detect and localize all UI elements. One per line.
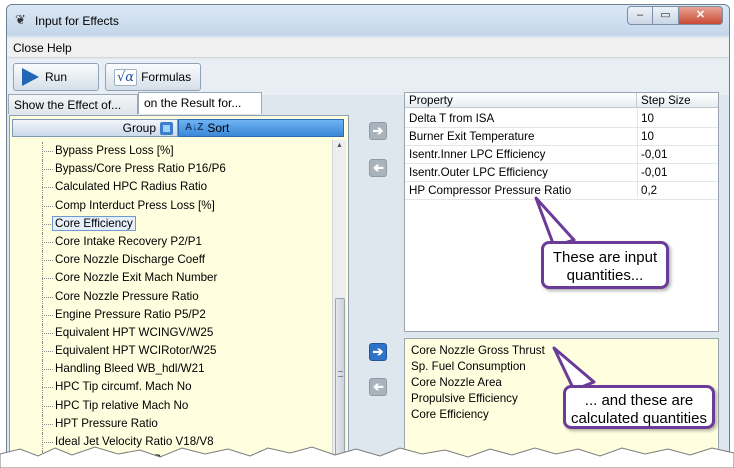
sort-label: Sort	[207, 121, 230, 135]
arrow-left-icon: ➔	[372, 160, 384, 175]
list-item[interactable]: Equivalent HPT WCINGV/W25	[10, 323, 330, 343]
close-window-button[interactable]: ✕	[679, 6, 723, 25]
list-item-label: Handling Bleed WB_hdl/W21	[55, 362, 205, 376]
toolbar: Run √α Formulas	[7, 59, 729, 95]
table-row[interactable]: Isentr.Inner LPC Efficiency -0,01	[405, 146, 718, 164]
list-item[interactable]: Bypass/Core Press Ratio P16/P6	[10, 160, 330, 179]
scrollbar-thumb[interactable]	[335, 298, 345, 458]
list-item[interactable]: Handling Bleed WB_hdl/W21	[10, 360, 330, 379]
list-item[interactable]: Core Efficiency	[10, 214, 330, 234]
tab-on-result-for[interactable]: on the Result for...	[138, 92, 262, 114]
list-item[interactable]: Core Nozzle Gross Thrust	[411, 343, 545, 359]
list-item[interactable]: Calculated HPC Radius Ratio	[10, 178, 330, 197]
list-item-label: HPC Tip circumf. Mach No	[55, 380, 192, 394]
formulas-button[interactable]: √α Formulas	[105, 63, 201, 91]
step-size-cell[interactable]: 10	[641, 128, 654, 146]
list-item-label: Equivalent HPT WCIRotor/W25	[55, 344, 217, 358]
step-size-cell[interactable]: 10	[641, 110, 654, 128]
list-item-label: HPT Pressure Ratio	[55, 416, 158, 430]
list-item[interactable]: Core Nozzle Discharge Coeff	[10, 251, 330, 270]
run-label: Run	[45, 70, 68, 84]
list-header: Group A↓Z Sort	[12, 119, 344, 139]
list-item-label: Engine Pressure Ratio P5/P2	[55, 307, 206, 321]
column-header-property[interactable]: Property	[405, 93, 637, 108]
table-header: Property Step Size	[405, 93, 718, 108]
property-cell: Burner Exit Temperature	[409, 130, 535, 143]
table-row[interactable]: Burner Exit Temperature 10	[405, 128, 718, 146]
group-button[interactable]: Group	[12, 119, 178, 137]
list-item-label: Core Nozzle Exit Mach Number	[55, 271, 218, 285]
property-cell: Delta T from ISA	[409, 112, 495, 125]
quantity-list-panel: Group A↓Z Sort Bypass Press Loss [%] Bypa…	[9, 115, 349, 460]
arrow-right-icon: ➔	[372, 344, 384, 359]
list-item-label: Equivalent HPT WCINGV/W25	[55, 325, 214, 339]
window-controls: – ▭ ✕	[627, 6, 723, 25]
list-item[interactable]: Propulsive Efficiency	[411, 391, 518, 407]
list-item[interactable]: Core Efficiency	[411, 407, 489, 423]
run-button[interactable]: Run	[13, 63, 99, 91]
menu-help[interactable]: Help	[47, 41, 72, 55]
maximize-button[interactable]: ▭	[653, 6, 679, 25]
arrow-right-icon: ➔	[372, 123, 384, 138]
callout-text: ... and these are calculated quantities	[571, 392, 707, 427]
list-item[interactable]: Core Nozzle Pressure Ratio	[10, 287, 330, 306]
list-item-label: HPC Tip relative Mach No	[55, 398, 189, 412]
list-item[interactable]: HPC Tip circumf. Mach No	[10, 378, 330, 397]
sqrt-alpha-icon: √α	[114, 68, 138, 86]
callout-text: These are input quantities...	[552, 249, 658, 284]
list-item[interactable]: Comp Interduct Press Loss [%]	[10, 196, 330, 215]
remove-input-button[interactable]: ➔	[369, 159, 387, 177]
list-item[interactable]: HPT Pressure Ratio	[10, 414, 330, 434]
table-row[interactable]: Isentr.Outer LPC Efficiency -0,01	[405, 164, 718, 182]
step-size-cell[interactable]: 0,2	[641, 182, 657, 200]
calculated-quantities-callout: ... and these are calculated quantities	[563, 385, 715, 429]
list-item[interactable]: Engine Pressure Ratio P5/P2	[10, 305, 330, 325]
group-icon	[160, 121, 173, 135]
list-item[interactable]: Sp. Fuel Consumption	[411, 359, 526, 375]
list-item-label: Calculated HPC Radius Ratio	[55, 180, 208, 194]
scroll-up-icon[interactable]: ▲	[336, 142, 343, 149]
remove-result-button[interactable]: ➔	[369, 378, 387, 396]
title-bar: ❦ Input for Effects – ▭ ✕	[7, 5, 729, 36]
list-item-label: Comp Interduct Press Loss [%]	[55, 198, 215, 212]
sort-button[interactable]: A↓Z Sort	[178, 119, 344, 137]
play-icon	[22, 68, 39, 86]
menu-close[interactable]: Close	[13, 41, 44, 55]
torn-edge	[0, 446, 734, 468]
column-header-step-size[interactable]: Step Size	[637, 93, 717, 108]
window-title: Input for Effects	[35, 14, 119, 28]
list-item-label: Bypass Press Loss [%]	[55, 144, 174, 157]
list-item-label: Core Intake Recovery P2/P1	[55, 234, 202, 248]
arrow-left-icon: ➔	[372, 379, 384, 394]
table-row[interactable]: Delta T from ISA 10	[405, 110, 718, 128]
tab-show-effect-of[interactable]: Show the Effect of...	[8, 94, 138, 114]
list-item-label: Core Nozzle Discharge Coeff	[55, 253, 205, 267]
group-label: Group	[122, 121, 156, 135]
step-size-cell[interactable]: -0,01	[641, 146, 667, 164]
list-item[interactable]: Core Intake Recovery P2/P1	[10, 232, 330, 252]
list-item[interactable]: Core Nozzle Exit Mach Number	[10, 269, 330, 288]
menu-bar: Close Help	[7, 38, 729, 58]
quantity-tree: Bypass Press Loss [%] Bypass/Core Press R…	[10, 142, 330, 459]
list-item[interactable]: HPC Tip relative Mach No	[10, 396, 330, 416]
list-item-label: Core Nozzle Pressure Ratio	[55, 289, 199, 303]
list-item-label: Core Efficiency	[52, 215, 136, 231]
add-input-button[interactable]: ➔	[369, 122, 387, 140]
input-quantities-callout: These are input quantities...	[541, 241, 669, 289]
property-cell: Isentr.Inner LPC Efficiency	[409, 148, 546, 161]
add-result-button[interactable]: ➔	[369, 343, 387, 361]
sort-az-icon: A↓Z	[185, 122, 204, 133]
list-item[interactable]: Core Nozzle Area	[411, 375, 502, 391]
property-cell: Isentr.Outer LPC Efficiency	[409, 166, 548, 179]
minimize-button[interactable]: –	[627, 6, 653, 25]
formulas-label: Formulas	[141, 70, 192, 84]
list-item[interactable]: Bypass Press Loss [%]	[10, 142, 330, 161]
list-item[interactable]: Equivalent HPT WCIRotor/W25	[10, 342, 330, 361]
list-item-label: Bypass/Core Press Ratio P16/P6	[55, 162, 226, 176]
vertical-scrollbar[interactable]: ▲	[332, 140, 346, 459]
grip-icon	[338, 371, 343, 377]
step-size-cell[interactable]: -0,01	[641, 164, 667, 182]
app-icon: ❦	[15, 12, 26, 27]
